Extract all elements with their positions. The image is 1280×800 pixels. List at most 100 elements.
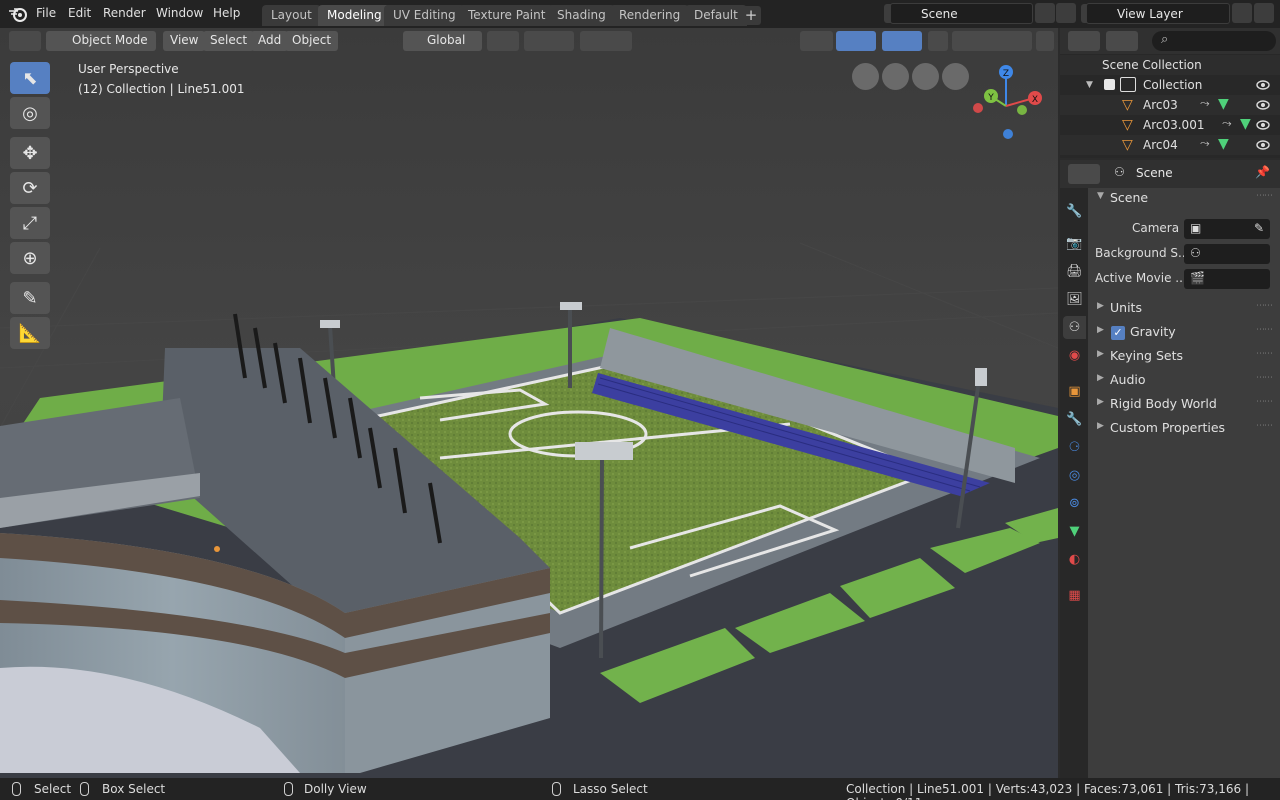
background-scene-field[interactable]: ⚇ <box>1184 244 1270 264</box>
new-view-layer-icon[interactable] <box>1232 3 1252 23</box>
select-menu[interactable]: Select <box>203 31 255 51</box>
gizmo-x-label: X <box>1032 95 1038 105</box>
tab-modeling[interactable]: Modeling <box>318 5 391 26</box>
particles-tab-icon[interactable]: ⚆ <box>1063 436 1086 459</box>
units-panel-header[interactable]: ▶ Units ⋯⋯ <box>1088 298 1280 320</box>
editor-type-icon[interactable] <box>9 31 41 51</box>
tab-texture-paint[interactable]: Texture Paint <box>459 5 555 26</box>
outliner-row-collection[interactable]: ▼ Collection <box>1060 75 1280 95</box>
drag-handle-icon[interactable]: ⋯⋯ <box>1256 301 1273 311</box>
view-menu[interactable]: View <box>163 31 206 51</box>
blender-logo-icon[interactable] <box>8 5 28 23</box>
properties-editor-type-icon[interactable] <box>1068 164 1100 184</box>
eye-icon[interactable] <box>1256 119 1270 131</box>
outliner-row-arc04[interactable]: ▽ Arc04 ⤳ ▼ <box>1060 135 1280 155</box>
3d-viewport[interactable]: Object Mode View Select Add Object Globa… <box>0 28 1058 778</box>
audio-panel-header[interactable]: ▶ Audio ⋯⋯ <box>1088 370 1280 392</box>
outliner-editor-type-icon[interactable] <box>1068 31 1100 51</box>
delete-scene-icon[interactable] <box>1056 3 1076 23</box>
add-workspace-button[interactable]: + <box>741 6 761 25</box>
rigid-body-world-panel-header[interactable]: ▶ Rigid Body World ⋯⋯ <box>1088 394 1280 416</box>
display-mode-icon[interactable] <box>1106 31 1138 51</box>
drag-handle-icon[interactable]: ⋯⋯ <box>1256 373 1273 383</box>
data-tab-icon[interactable]: ▼ <box>1063 520 1086 543</box>
menu-file[interactable]: File <box>36 6 56 20</box>
view-layer-name-field[interactable]: View Layer <box>1086 3 1230 24</box>
scene-tab-icon[interactable]: ⚇ <box>1063 316 1086 339</box>
tab-rendering[interactable]: Rendering <box>610 5 690 26</box>
outliner-row-arc03-001[interactable]: ▽ Arc03.001 ⤳ ▼ <box>1060 115 1280 135</box>
tool-settings-tab-icon[interactable]: 🔧 <box>1063 200 1086 223</box>
keying-sets-panel-header[interactable]: ▶ Keying Sets ⋯⋯ <box>1088 346 1280 368</box>
gravity-panel-header[interactable]: ▶ ✓ Gravity ⋯⋯ <box>1088 322 1280 344</box>
rotate-tool[interactable]: ⟳ <box>10 172 50 204</box>
scene-section-header[interactable]: ▼ Scene ⋯⋯ <box>1088 188 1280 210</box>
overlays-toggle-icon[interactable] <box>882 31 922 51</box>
camera-field[interactable]: ▣ ✎ <box>1184 219 1270 239</box>
menu-render[interactable]: Render <box>103 6 146 20</box>
tab-uv-editing[interactable]: UV Editing <box>384 5 465 26</box>
world-tab-icon[interactable]: ◉ <box>1063 344 1086 367</box>
eye-icon[interactable] <box>1256 99 1270 111</box>
eye-icon[interactable] <box>1256 139 1270 151</box>
expand-arrow-icon[interactable]: ▼ <box>1086 80 1093 90</box>
object-mode-dropdown[interactable]: Object Mode <box>46 31 156 51</box>
cursor-tool[interactable]: ◎ <box>10 97 50 129</box>
menu-edit[interactable]: Edit <box>68 6 91 20</box>
scene-name-field[interactable]: Scene <box>890 3 1033 24</box>
render-tab-icon[interactable]: 📷 <box>1063 232 1086 255</box>
add-menu[interactable]: Add <box>251 31 289 51</box>
transform-tool[interactable]: ⊕ <box>10 242 50 274</box>
outliner-row-arc03[interactable]: ▽ Arc03 ⤳ ▼ <box>1060 95 1280 115</box>
annotate-tool[interactable]: ✎ <box>10 282 50 314</box>
zoom-icon[interactable] <box>852 63 879 90</box>
active-movie-clip-field[interactable]: 🎬 <box>1184 269 1270 289</box>
xray-toggle-icon[interactable] <box>928 31 948 51</box>
snap-icon[interactable] <box>524 31 574 51</box>
eyedropper-icon[interactable]: ✎ <box>1254 221 1264 235</box>
camera-view-icon[interactable] <box>912 63 939 90</box>
delete-view-layer-icon[interactable] <box>1254 3 1274 23</box>
tab-default[interactable]: Default <box>685 5 747 26</box>
menu-window[interactable]: Window <box>156 6 203 20</box>
drag-handle-icon[interactable]: ⋯⋯ <box>1256 397 1273 407</box>
constraints-tab-icon[interactable]: ⊚ <box>1063 492 1086 515</box>
navigation-gizmo[interactable]: Z Y X <box>968 64 1048 144</box>
outliner-search-input[interactable]: ⌕ <box>1152 31 1276 51</box>
drag-handle-icon[interactable]: ⋯⋯ <box>1256 421 1273 431</box>
gizmo-toggle-icon[interactable] <box>836 31 876 51</box>
move-tool[interactable]: ✥ <box>10 137 50 169</box>
modifier-tab-icon[interactable]: 🔧 <box>1063 408 1086 431</box>
orientation-dropdown[interactable]: Global <box>403 31 482 51</box>
shading-modes-icon[interactable] <box>952 31 1032 51</box>
select-box-tool[interactable]: ⬉ <box>10 62 50 94</box>
texture-tab-icon[interactable]: ▦ <box>1063 584 1086 607</box>
tab-layout[interactable]: Layout <box>262 5 321 26</box>
pivot-point-icon[interactable] <box>487 31 519 51</box>
material-tab-icon[interactable]: ◐ <box>1063 548 1086 571</box>
menu-help[interactable]: Help <box>213 6 240 20</box>
checkbox-icon[interactable] <box>1104 79 1115 90</box>
pan-icon[interactable] <box>882 63 909 90</box>
output-tab-icon[interactable]: 🖨 <box>1063 260 1086 283</box>
new-scene-icon[interactable] <box>1035 3 1055 23</box>
object-tab-icon[interactable]: ▣ <box>1063 380 1086 403</box>
drag-handle-icon[interactable]: ⋯⋯ <box>1256 191 1273 201</box>
ortho-toggle-icon[interactable] <box>942 63 969 90</box>
gravity-checkbox[interactable]: ✓ <box>1111 326 1125 340</box>
view-layer-tab-icon[interactable]: 🖼 <box>1063 288 1086 311</box>
pin-icon[interactable]: 📌 <box>1255 165 1270 179</box>
tab-shading[interactable]: Shading <box>548 5 615 26</box>
visibility-icon[interactable] <box>800 31 833 51</box>
physics-tab-icon[interactable]: ◎ <box>1063 464 1086 487</box>
outliner-row-scene-collection[interactable]: Scene Collection <box>1060 55 1280 75</box>
drag-handle-icon[interactable]: ⋯⋯ <box>1256 349 1273 359</box>
object-menu[interactable]: Object <box>285 31 339 51</box>
measure-tool[interactable]: 📐 <box>10 317 50 349</box>
shading-options-icon[interactable] <box>1036 31 1054 51</box>
custom-properties-panel-header[interactable]: ▶ Custom Properties ⋯⋯ <box>1088 418 1280 440</box>
eye-icon[interactable] <box>1256 79 1270 91</box>
drag-handle-icon[interactable]: ⋯⋯ <box>1256 325 1273 335</box>
scale-tool[interactable]: ⤢ <box>10 207 50 239</box>
proportional-edit-icon[interactable] <box>580 31 632 51</box>
